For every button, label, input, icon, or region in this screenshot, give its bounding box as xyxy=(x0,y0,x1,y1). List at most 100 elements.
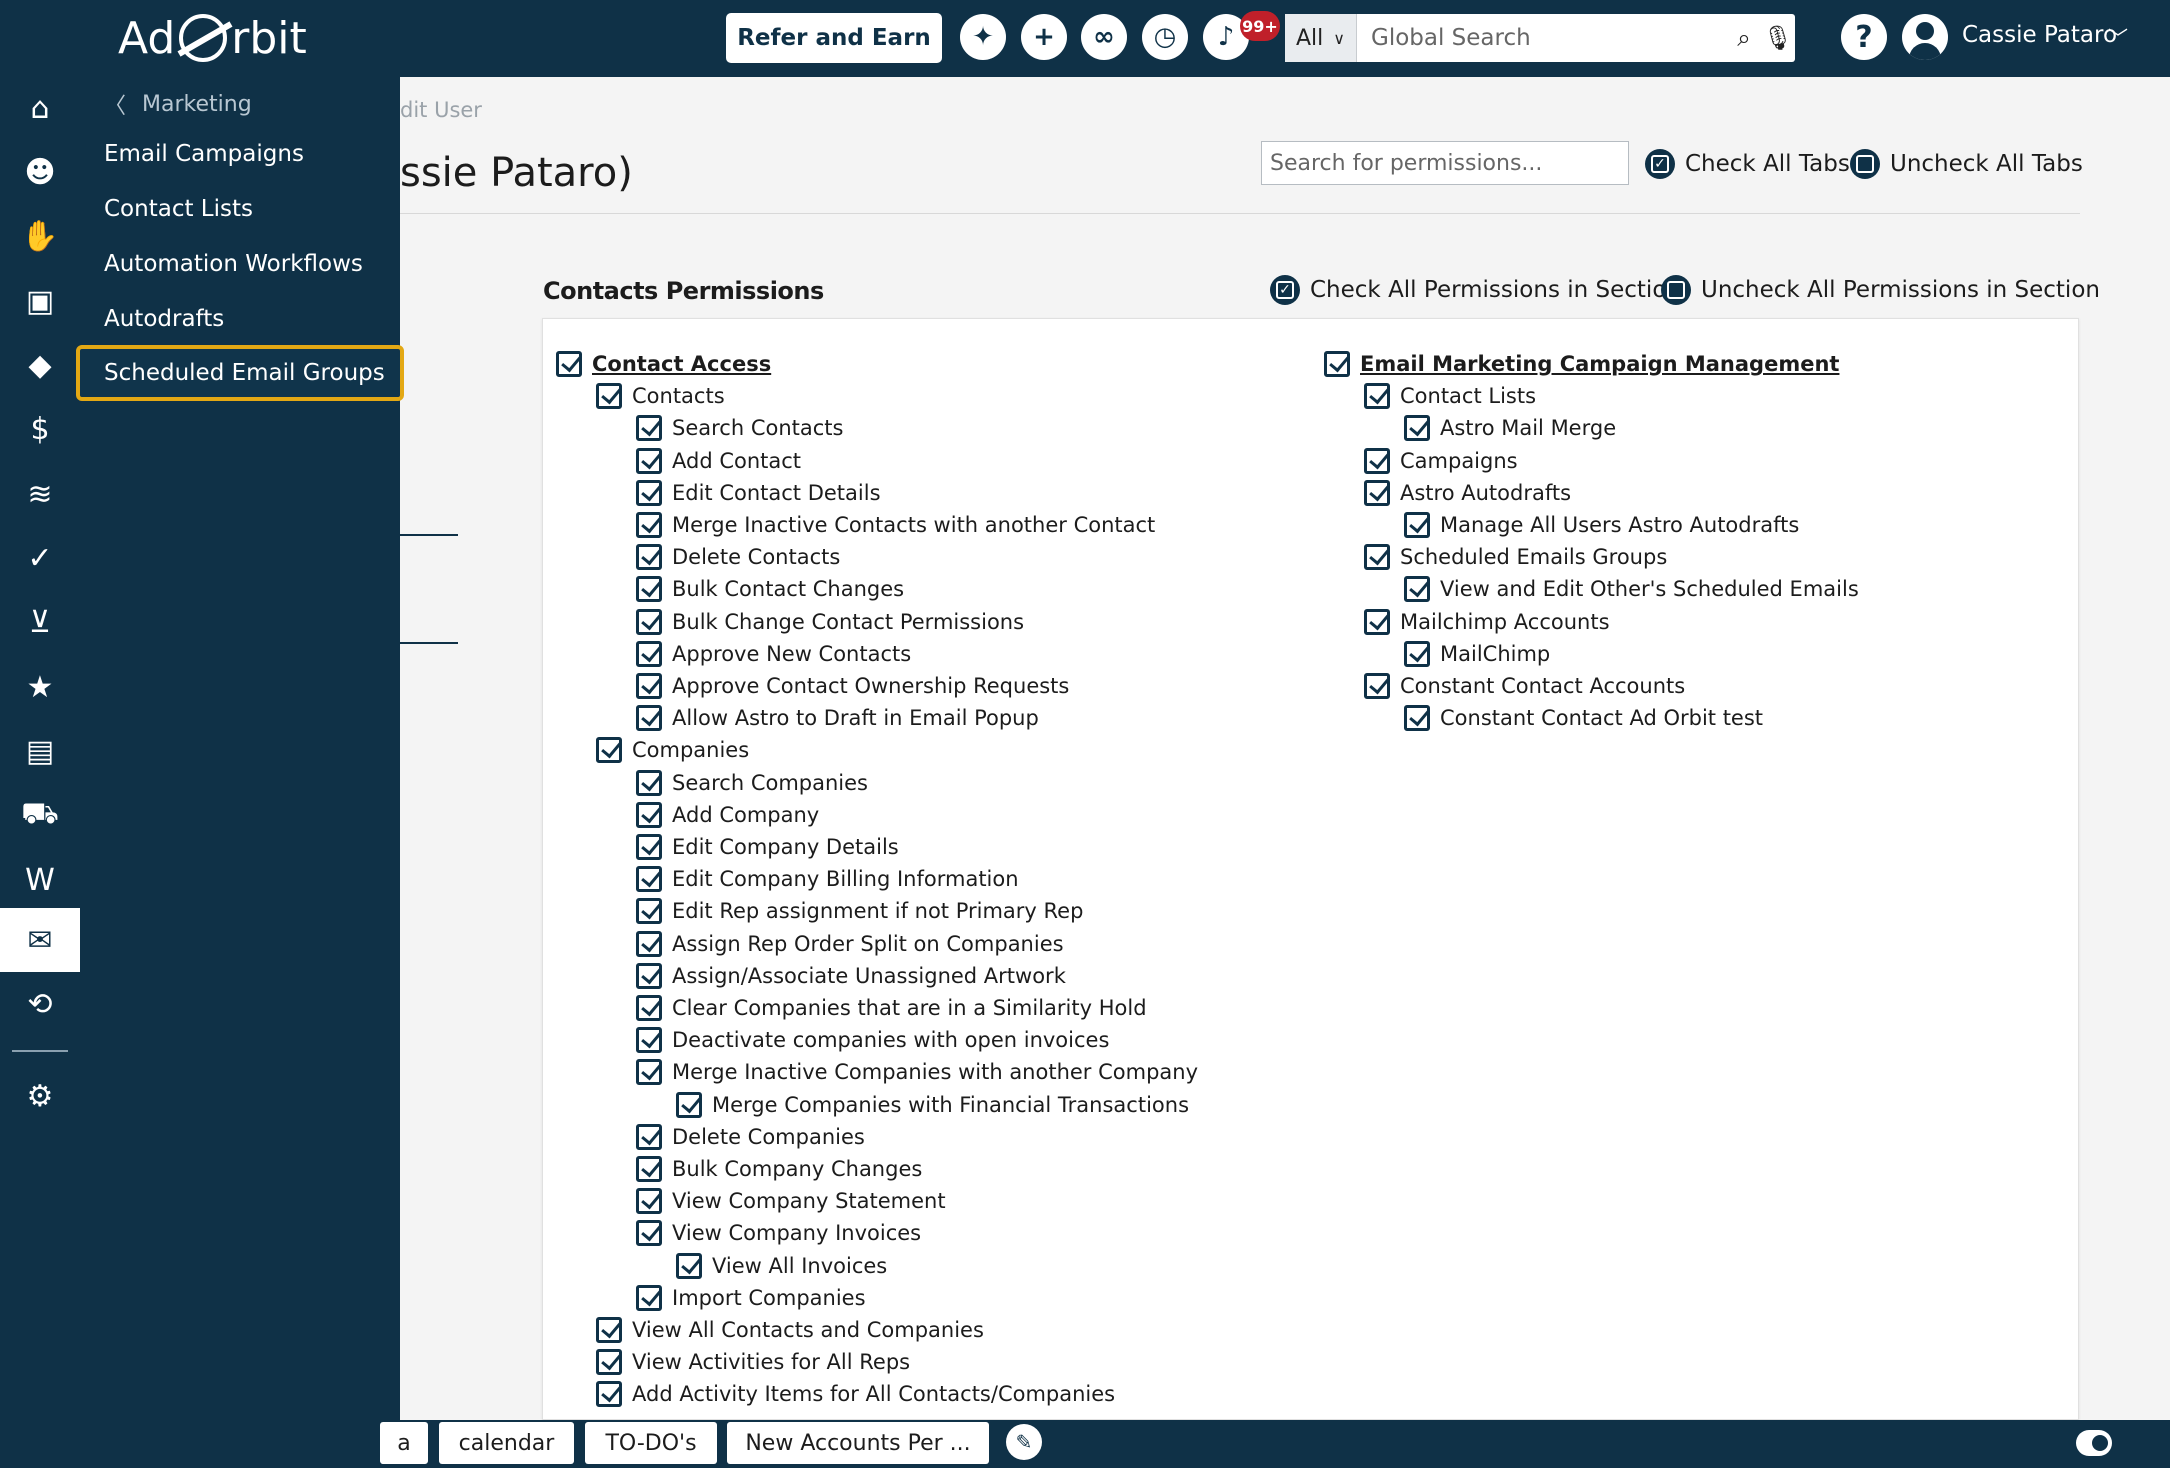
invoice-icon[interactable]: $ xyxy=(0,397,80,461)
permission-checkbox[interactable]: Deactivate companies with open invoices xyxy=(636,1027,1109,1054)
permission-checkbox[interactable]: Astro Mail Merge xyxy=(1404,415,1616,442)
bottom-tab-new-accounts[interactable]: New Accounts Per ... xyxy=(727,1422,989,1464)
permission-checkbox[interactable]: View Company Statement xyxy=(636,1188,946,1215)
checkbox-checked-icon[interactable] xyxy=(636,512,662,538)
bottom-tab[interactable]: a xyxy=(380,1422,428,1464)
checkbox-checked-icon[interactable] xyxy=(636,769,662,796)
mailbox-icon[interactable]: ▤ xyxy=(0,719,80,783)
checkbox-checked-icon[interactable] xyxy=(596,383,622,410)
ticket-icon[interactable]: ◆ xyxy=(0,333,80,397)
checkbox-checked-icon[interactable] xyxy=(676,1091,702,1118)
checkbox-checked-icon[interactable] xyxy=(636,930,662,957)
permission-checkbox[interactable]: View Activities for All Reps xyxy=(596,1349,910,1376)
checkbox-checked-icon[interactable] xyxy=(596,1381,622,1408)
add-icon[interactable]: + xyxy=(1021,14,1067,60)
ad-orbit-logo[interactable]: Ad rbit xyxy=(118,10,307,66)
permission-checkbox[interactable]: Contact Lists xyxy=(1364,383,1536,410)
permission-checkbox[interactable]: Add Activity Items for All Contacts/Comp… xyxy=(596,1381,1115,1408)
permission-checkbox[interactable]: Merge Inactive Companies with another Co… xyxy=(636,1059,1198,1086)
flyout-item-autodrafts[interactable]: Autodrafts xyxy=(104,306,224,332)
settings-icon[interactable]: ⚙ xyxy=(0,1064,80,1128)
checkbox-checked-icon[interactable] xyxy=(1364,447,1390,474)
permission-checkbox[interactable]: Add Company xyxy=(636,801,819,828)
permission-checkbox[interactable]: Merge Inactive Contacts with another Con… xyxy=(636,512,1155,538)
permission-checkbox[interactable]: Edit Company Billing Information xyxy=(636,866,1019,893)
permission-checkbox[interactable]: Manage All Users Astro Autodrafts xyxy=(1404,512,1799,538)
permission-checkbox[interactable]: Companies xyxy=(596,737,749,764)
party-icon[interactable]: ✦ xyxy=(960,14,1006,60)
permission-checkbox[interactable]: Edit Contact Details xyxy=(636,479,881,506)
checkbox-checked-icon[interactable] xyxy=(1404,576,1430,603)
permission-checkbox[interactable]: MailChimp xyxy=(1404,640,1550,667)
link-icon[interactable]: ∞ xyxy=(1081,14,1127,60)
edit-icon[interactable]: ✎ xyxy=(1006,1424,1042,1460)
checkbox-checked-icon[interactable] xyxy=(636,1188,662,1215)
permission-checkbox[interactable]: Search Contacts xyxy=(636,415,843,442)
permission-checkbox[interactable]: Import Companies xyxy=(636,1284,866,1311)
permission-checkbox[interactable]: Bulk Change Contact Permissions xyxy=(636,608,1024,635)
w2-icon[interactable]: W xyxy=(0,848,80,912)
contacts-icon[interactable]: ☻ xyxy=(0,140,80,204)
permission-checkbox[interactable]: Contact Access xyxy=(556,351,771,377)
home-icon[interactable]: ⌂ xyxy=(0,76,80,140)
clipboard-icon[interactable]: ✓ xyxy=(0,526,80,590)
history-icon[interactable]: ◷ xyxy=(1142,14,1188,60)
flyout-back[interactable]: 〈 Marketing xyxy=(104,88,252,120)
checkbox-checked-icon[interactable] xyxy=(636,415,662,442)
checkbox-checked-icon[interactable] xyxy=(1404,415,1430,442)
checkbox-checked-icon[interactable] xyxy=(1364,383,1390,410)
checkbox-checked-icon[interactable] xyxy=(1364,673,1390,699)
checkbox-checked-icon[interactable] xyxy=(636,801,662,828)
checkbox-checked-icon[interactable] xyxy=(636,673,662,699)
checkbox-checked-icon[interactable] xyxy=(676,1252,702,1279)
flyout-item-contact-lists[interactable]: Contact Lists xyxy=(104,196,253,222)
checkbox-checked-icon[interactable] xyxy=(636,866,662,893)
checkbox-checked-icon[interactable] xyxy=(596,737,622,764)
checkbox-checked-icon[interactable] xyxy=(636,995,662,1021)
checkbox-checked-icon[interactable] xyxy=(1364,479,1390,506)
permission-checkbox[interactable]: Edit Company Details xyxy=(636,834,899,860)
permission-checkbox[interactable]: Approve Contact Ownership Requests xyxy=(636,673,1069,699)
checkbox-checked-icon[interactable] xyxy=(636,544,662,571)
cart-icon[interactable]: ⊻ xyxy=(0,590,80,654)
permission-checkbox[interactable]: View All Contacts and Companies xyxy=(596,1317,984,1343)
checkbox-checked-icon[interactable] xyxy=(636,479,662,506)
breadcrumb[interactable]: dit User xyxy=(400,98,482,122)
search-scope-select[interactable]: All ∨ xyxy=(1285,14,1357,62)
permission-checkbox[interactable]: Mailchimp Accounts xyxy=(1364,608,1610,635)
checkbox-checked-icon[interactable] xyxy=(1404,705,1430,732)
checkbox-checked-icon[interactable] xyxy=(636,1220,662,1247)
check-all-section-button[interactable]: ✓ Check All Permissions in Section xyxy=(1270,275,1681,305)
checkbox-checked-icon[interactable] xyxy=(636,1059,662,1086)
flyout-item-email-campaigns[interactable]: Email Campaigns xyxy=(104,141,304,167)
permission-checkbox[interactable]: Search Companies xyxy=(636,769,868,796)
permission-checkbox[interactable]: Clear Companies that are in a Similarity… xyxy=(636,995,1147,1021)
flyout-item-scheduled-email-groups[interactable]: Scheduled Email Groups xyxy=(76,345,404,401)
checkbox-checked-icon[interactable] xyxy=(1364,608,1390,635)
calendar-icon[interactable]: ★ xyxy=(0,655,80,719)
permission-checkbox[interactable]: Contacts xyxy=(596,383,725,410)
permission-checkbox[interactable]: View and Edit Other's Scheduled Emails xyxy=(1404,576,1859,603)
checkbox-checked-icon[interactable] xyxy=(556,351,582,377)
toggle-switch[interactable] xyxy=(2076,1430,2112,1456)
checkbox-checked-icon[interactable] xyxy=(636,834,662,860)
checkbox-checked-icon[interactable] xyxy=(1404,512,1430,538)
checkbox-checked-icon[interactable] xyxy=(636,705,662,732)
user-name[interactable]: Cassie Pataro xyxy=(1962,22,2117,48)
permission-checkbox[interactable]: Constant Contact Accounts xyxy=(1364,673,1685,699)
checkbox-checked-icon[interactable] xyxy=(1364,544,1390,571)
checkbox-checked-icon[interactable] xyxy=(596,1349,622,1376)
permission-checkbox[interactable]: Merge Companies with Financial Transacti… xyxy=(676,1091,1189,1118)
permission-checkbox[interactable]: Edit Rep assignment if not Primary Rep xyxy=(636,898,1083,925)
checkbox-checked-icon[interactable] xyxy=(636,1123,662,1150)
uncheck-all-tabs-button[interactable]: Uncheck All Tabs xyxy=(1850,149,2083,179)
bottom-tab-calendar[interactable]: calendar xyxy=(439,1422,574,1464)
checkbox-checked-icon[interactable] xyxy=(636,608,662,635)
checkbox-checked-icon[interactable] xyxy=(636,898,662,925)
permission-checkbox[interactable]: Bulk Contact Changes xyxy=(636,576,904,603)
checkbox-checked-icon[interactable] xyxy=(636,576,662,603)
checkbox-checked-icon[interactable] xyxy=(636,640,662,667)
permission-checkbox[interactable]: Scheduled Emails Groups xyxy=(1364,544,1667,571)
gallery-icon[interactable]: ▣ xyxy=(0,269,80,333)
global-search-input[interactable] xyxy=(1357,25,1727,51)
